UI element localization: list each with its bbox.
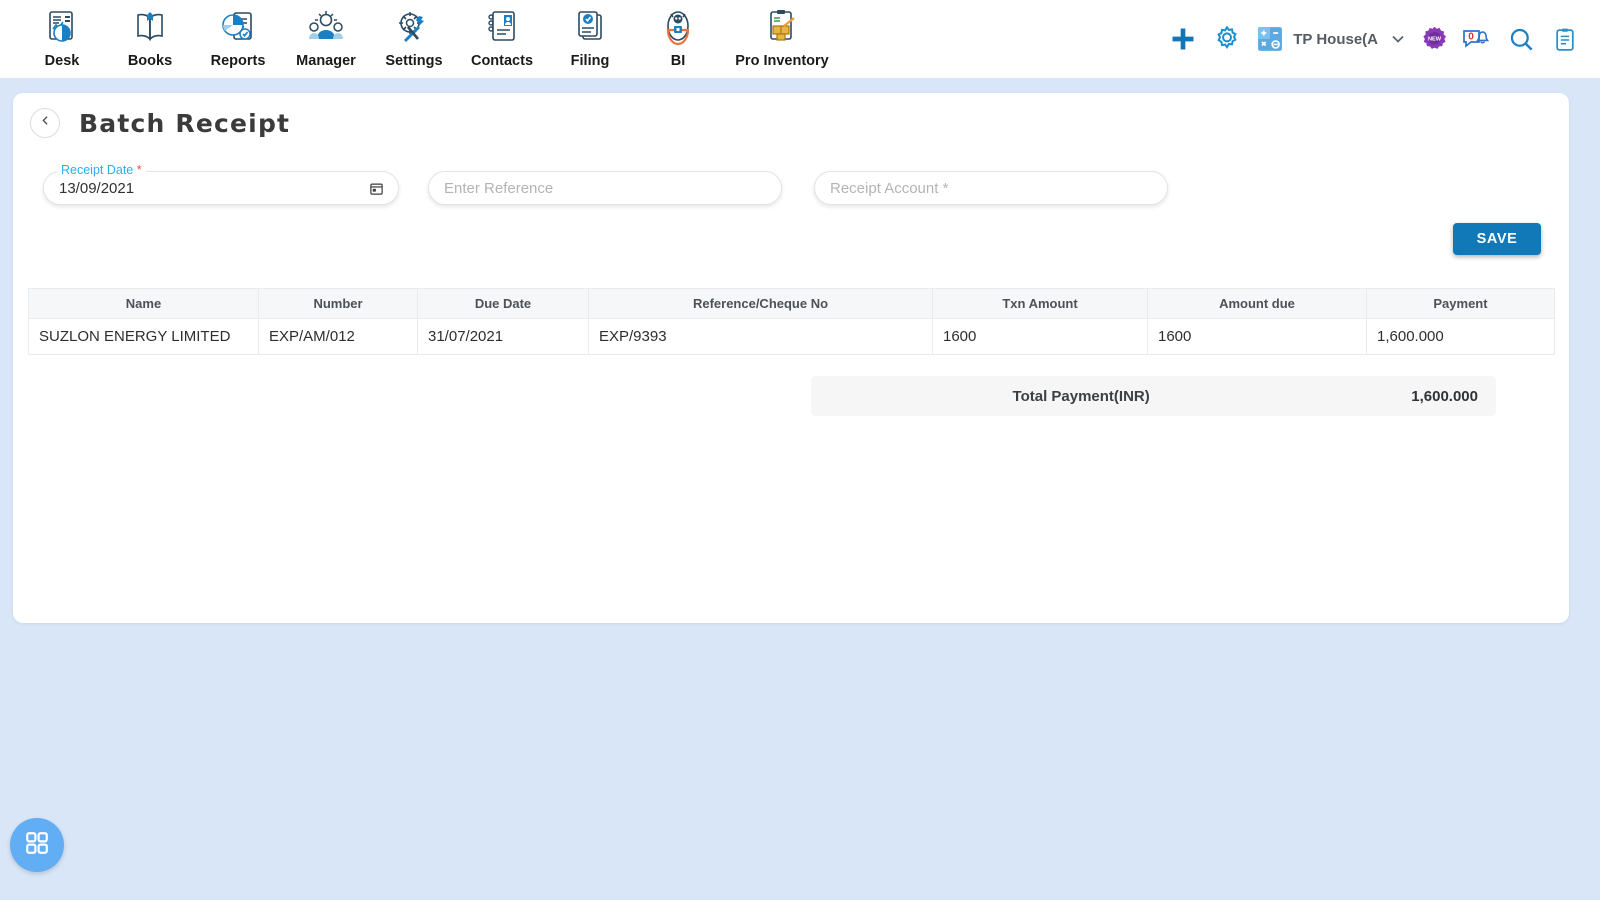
total-payment-value: 1,600.000 <box>1411 387 1478 405</box>
nav-item-manager[interactable]: Manager <box>282 6 370 69</box>
gear-icon[interactable] <box>1205 18 1249 60</box>
nav-label-contacts: Contacts <box>470 53 534 69</box>
settings-icon <box>391 6 437 50</box>
receipt-date-label: Receipt Date * <box>57 163 146 177</box>
svg-text:NEW: NEW <box>1427 36 1441 42</box>
column-header-payment: Payment <box>1366 288 1555 319</box>
reference-input[interactable] <box>429 179 781 197</box>
chevron-down-icon[interactable] <box>1382 18 1414 60</box>
column-header-reference: Reference/Cheque No <box>588 288 933 319</box>
receipt-account-field[interactable] <box>814 171 1168 205</box>
page-header: Batch Receipt <box>30 108 290 138</box>
nav-item-bi[interactable]: BI <box>634 6 722 69</box>
grid-apps-icon <box>24 830 50 861</box>
required-asterisk: * <box>136 163 142 177</box>
nav-item-desk[interactable]: Desk <box>18 6 106 69</box>
nav-item-books[interactable]: Books <box>106 6 194 69</box>
cell-due-date: 31/07/2021 <box>417 318 589 355</box>
column-header-amount-due: Amount due <box>1147 288 1367 319</box>
page-title: Batch Receipt <box>79 108 291 138</box>
total-payment-label: Total Payment(INR) <box>1012 387 1150 405</box>
column-header-name: Name <box>28 288 259 319</box>
bi-icon <box>655 6 701 50</box>
batch-receipt-table: Name Number Due Date Reference/Cheque No… <box>28 288 1555 355</box>
nav-label-desk: Desk <box>44 53 80 69</box>
company-selector-label[interactable]: TP House(A <box>1293 31 1378 48</box>
receipt-account-input[interactable] <box>815 179 1167 197</box>
chat-bell-icon[interactable]: 0 <box>1454 18 1498 60</box>
nav-item-pro-inventory[interactable]: Pro Inventory <box>722 6 842 69</box>
reports-icon <box>215 6 261 50</box>
column-header-due-date: Due Date <box>417 288 589 319</box>
cell-reference: EXP/9393 <box>588 318 933 355</box>
receipt-date-input[interactable] <box>44 179 369 197</box>
receipt-date-field[interactable]: Receipt Date * <box>43 163 399 205</box>
batch-receipt-card: Batch Receipt Receipt Date * SAVE <box>13 93 1569 623</box>
app-module-nav: Desk Books Reports Manager Settings Cont… <box>0 0 842 69</box>
reference-field[interactable] <box>428 171 782 205</box>
column-header-number: Number <box>258 288 418 319</box>
receipt-date-label-text: Receipt Date <box>61 163 134 177</box>
back-button[interactable] <box>30 108 60 138</box>
top-navigation-bar: Desk Books Reports Manager Settings Cont… <box>0 0 1600 78</box>
desk-icon <box>39 6 85 50</box>
top-action-bar: TP House(A NEW 0 <box>1161 18 1586 60</box>
chat-unread-count: 0 <box>1468 32 1474 43</box>
nav-item-filing[interactable]: Filing <box>546 6 634 69</box>
total-payment-bar: Total Payment(INR) 1,600.000 <box>811 376 1496 416</box>
nav-label-filing: Filing <box>570 53 610 69</box>
nav-label-bi: BI <box>670 53 686 69</box>
table-header-row: Name Number Due Date Reference/Cheque No… <box>28 288 1555 319</box>
nav-label-reports: Reports <box>210 53 266 69</box>
cell-payment[interactable]: 1,600.000 <box>1366 318 1555 355</box>
calendar-icon[interactable] <box>369 181 384 196</box>
form-fields: Receipt Date * <box>29 163 1559 213</box>
apps-grid-fab[interactable] <box>10 818 64 872</box>
nav-label-manager: Manager <box>296 53 356 69</box>
nav-label-books: Books <box>127 53 173 69</box>
pro-inventory-icon <box>759 6 805 50</box>
nav-item-settings[interactable]: Settings <box>370 6 458 69</box>
nav-label-pro-inventory: Pro Inventory <box>735 53 829 69</box>
column-header-txn-amount: Txn Amount <box>932 288 1148 319</box>
filing-icon <box>567 6 613 50</box>
contacts-icon <box>479 6 525 50</box>
add-icon[interactable] <box>1161 18 1205 60</box>
cell-number: EXP/AM/012 <box>258 318 418 355</box>
manager-icon <box>303 6 349 50</box>
search-icon[interactable] <box>1498 18 1544 60</box>
calculator-icon[interactable] <box>1249 18 1291 60</box>
table-row[interactable]: SUZLON ENERGY LIMITED EXP/AM/012 31/07/2… <box>28 318 1555 355</box>
nav-item-contacts[interactable]: Contacts <box>458 6 546 69</box>
cell-name: SUZLON ENERGY LIMITED <box>28 318 259 355</box>
chevron-left-icon <box>39 114 52 132</box>
clipboard-icon[interactable] <box>1544 18 1586 60</box>
books-icon <box>127 6 173 50</box>
cell-amount-due: 1600 <box>1147 318 1367 355</box>
cell-txn-amount: 1600 <box>932 318 1148 355</box>
nav-item-reports[interactable]: Reports <box>194 6 282 69</box>
save-button[interactable]: SAVE <box>1453 223 1541 255</box>
nav-label-settings: Settings <box>385 53 443 69</box>
new-badge-icon[interactable]: NEW <box>1414 18 1454 60</box>
